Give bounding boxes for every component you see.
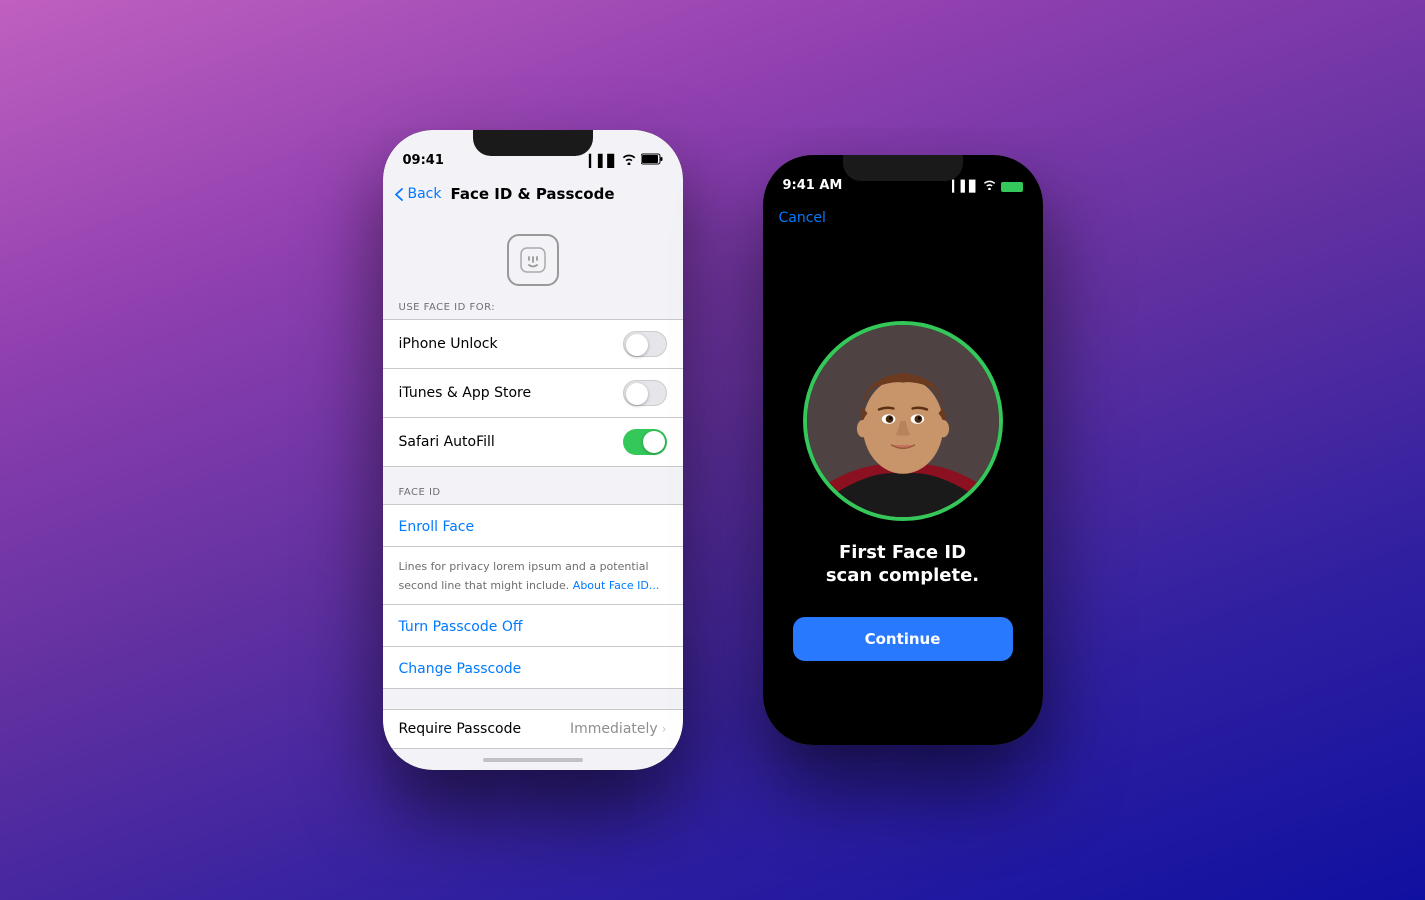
face-id-icon: [507, 234, 559, 286]
scan-complete-title: First Face ID scan complete.: [826, 541, 979, 588]
scan-battery-icon: [1001, 182, 1023, 192]
change-passcode-label: Change Passcode: [399, 661, 522, 677]
continue-button-label: Continue: [865, 630, 941, 648]
scan-signal-icon: ▎▌▊: [952, 180, 977, 193]
status-icons: ▎▌▊: [589, 153, 663, 168]
continue-button[interactable]: Continue: [793, 617, 1013, 661]
scan-screen: 9:41 AM ▎▌▊ Cancel: [763, 155, 1043, 745]
notch: [473, 130, 593, 156]
about-face-id-link[interactable]: About Face ID...: [573, 579, 660, 592]
itunes-app-store-row[interactable]: iTunes & App Store: [383, 369, 683, 418]
iphone-unlock-row[interactable]: iPhone Unlock: [383, 320, 683, 369]
itunes-toggle[interactable]: [623, 380, 667, 406]
face-id-manage-group: Enroll Face Lines for privacy lorem ipsu…: [383, 504, 683, 689]
right-notch: [843, 155, 963, 181]
face-id-toggles-group: iPhone Unlock iTunes & App Store Safari …: [383, 319, 683, 467]
home-indicator: [483, 758, 583, 762]
safari-autofill-row[interactable]: Safari AutoFill: [383, 418, 683, 466]
left-phone: 09:41 ▎▌▊: [383, 130, 683, 770]
battery-icon: [641, 153, 663, 168]
require-passcode-group: Require Passcode Immediately ›: [383, 709, 683, 749]
iphone-unlock-toggle[interactable]: [623, 331, 667, 357]
safari-autofill-label: Safari AutoFill: [399, 434, 495, 450]
settings-content: USE FACE ID FOR: iPhone Unlock iTunes & …: [383, 214, 683, 770]
require-passcode-value: Immediately: [570, 721, 658, 737]
turn-passcode-off-row[interactable]: Turn Passcode Off: [383, 605, 683, 647]
face-id-description: Lines for privacy lorem ipsum and a pote…: [399, 560, 660, 592]
status-time: 09:41: [403, 153, 444, 168]
enroll-face-row[interactable]: Enroll Face: [383, 505, 683, 547]
safari-autofill-toggle[interactable]: [623, 429, 667, 455]
chevron-icon: ›: [662, 722, 667, 736]
face-id-header: FACE ID: [383, 487, 683, 504]
face-circle: [803, 321, 1003, 521]
use-face-id-header: USE FACE ID FOR:: [383, 302, 683, 319]
back-label: Back: [408, 186, 442, 202]
face-id-icon-area: [383, 214, 683, 302]
scan-nav: Cancel: [763, 199, 1043, 237]
change-passcode-row[interactable]: Change Passcode: [383, 647, 683, 688]
nav-title: Face ID & Passcode: [450, 185, 614, 203]
itunes-app-store-label: iTunes & App Store: [399, 385, 532, 401]
require-passcode-label: Require Passcode: [399, 721, 522, 737]
nav-bar: Back Face ID & Passcode: [383, 174, 683, 214]
scan-status-icons: ▎▌▊: [952, 180, 1022, 193]
face-scan-area: First Face ID scan complete. Continue: [763, 237, 1043, 745]
right-phone: 9:41 AM ▎▌▊ Cancel: [763, 155, 1043, 745]
scan-status-time: 9:41 AM: [783, 178, 843, 193]
scan-wifi-icon: [983, 180, 996, 193]
back-button[interactable]: Back: [395, 186, 442, 202]
signal-icon: ▎▌▊: [589, 154, 617, 168]
scan-title-text: First Face ID scan complete.: [826, 542, 979, 586]
wifi-icon: [622, 154, 636, 168]
require-passcode-row[interactable]: Require Passcode Immediately ›: [383, 710, 683, 748]
cancel-button[interactable]: Cancel: [779, 210, 826, 226]
enroll-face-label: Enroll Face: [399, 519, 475, 535]
iphone-unlock-label: iPhone Unlock: [399, 336, 498, 352]
turn-passcode-off-label: Turn Passcode Off: [399, 619, 523, 635]
settings-screen: 09:41 ▎▌▊: [383, 130, 683, 770]
